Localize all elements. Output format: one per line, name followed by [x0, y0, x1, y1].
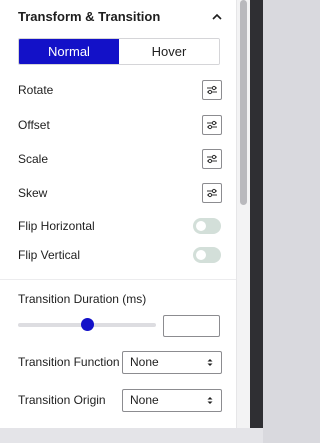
- skew-label: Skew: [18, 186, 48, 200]
- transform-transition-panel: Transform & Transition Normal Hover Rota…: [0, 0, 236, 428]
- offset-label: Offset: [18, 118, 50, 132]
- transition-function-label: Transition Function: [18, 355, 120, 369]
- state-tabs: Normal Hover: [18, 38, 220, 65]
- transition-function-select[interactable]: None: [122, 350, 222, 374]
- skew-settings-button[interactable]: [202, 183, 222, 203]
- flip-vertical-row: Flip Vertical: [18, 244, 222, 266]
- toggle-knob: [196, 250, 206, 260]
- transition-origin-label: Transition Origin: [18, 393, 106, 407]
- section-header[interactable]: Transform & Transition: [18, 7, 224, 25]
- select-arrows-icon: [207, 396, 213, 404]
- flip-vertical-label: Flip Vertical: [18, 248, 81, 262]
- settings-sliders-icon: [207, 188, 217, 198]
- window-edge: [250, 0, 263, 428]
- settings-sliders-icon: [207, 85, 217, 95]
- scale-settings-button[interactable]: [202, 149, 222, 169]
- transition-function-row: Transition Function None: [18, 350, 222, 374]
- rotate-row: Rotate: [18, 79, 222, 101]
- transition-origin-value: None: [130, 393, 159, 407]
- transition-origin-select[interactable]: None: [122, 388, 222, 412]
- rotate-settings-button[interactable]: [202, 80, 222, 100]
- transition-function-value: None: [130, 355, 159, 369]
- transition-duration-label: Transition Duration (ms): [18, 292, 147, 306]
- transition-duration-input[interactable]: [163, 315, 220, 337]
- flip-horizontal-row: Flip Horizontal: [18, 215, 222, 237]
- offset-settings-button[interactable]: [202, 115, 222, 135]
- scrollbar[interactable]: [236, 0, 251, 428]
- panel-bottom-strip: [0, 428, 263, 443]
- transition-origin-row: Transition Origin None: [18, 388, 222, 412]
- scale-label: Scale: [18, 152, 49, 166]
- scrollbar-thumb[interactable]: [240, 0, 247, 205]
- chevron-up-icon[interactable]: [210, 9, 224, 23]
- skew-row: Skew: [18, 182, 222, 204]
- transition-duration-slider[interactable]: [18, 318, 156, 332]
- offset-row: Offset: [18, 114, 222, 136]
- flip-horizontal-label: Flip Horizontal: [18, 219, 95, 233]
- section-divider: [0, 279, 236, 280]
- tab-hover[interactable]: Hover: [119, 39, 219, 64]
- section-title: Transform & Transition: [18, 8, 161, 24]
- slider-thumb[interactable]: [81, 318, 94, 331]
- toggle-knob: [196, 221, 206, 231]
- flip-vertical-toggle[interactable]: [193, 247, 221, 263]
- rotate-label: Rotate: [18, 83, 54, 97]
- scale-row: Scale: [18, 148, 222, 170]
- settings-sliders-icon: [207, 120, 217, 130]
- settings-sliders-icon: [207, 154, 217, 164]
- tab-normal[interactable]: Normal: [19, 39, 119, 64]
- select-arrows-icon: [207, 358, 213, 366]
- flip-horizontal-toggle[interactable]: [193, 218, 221, 234]
